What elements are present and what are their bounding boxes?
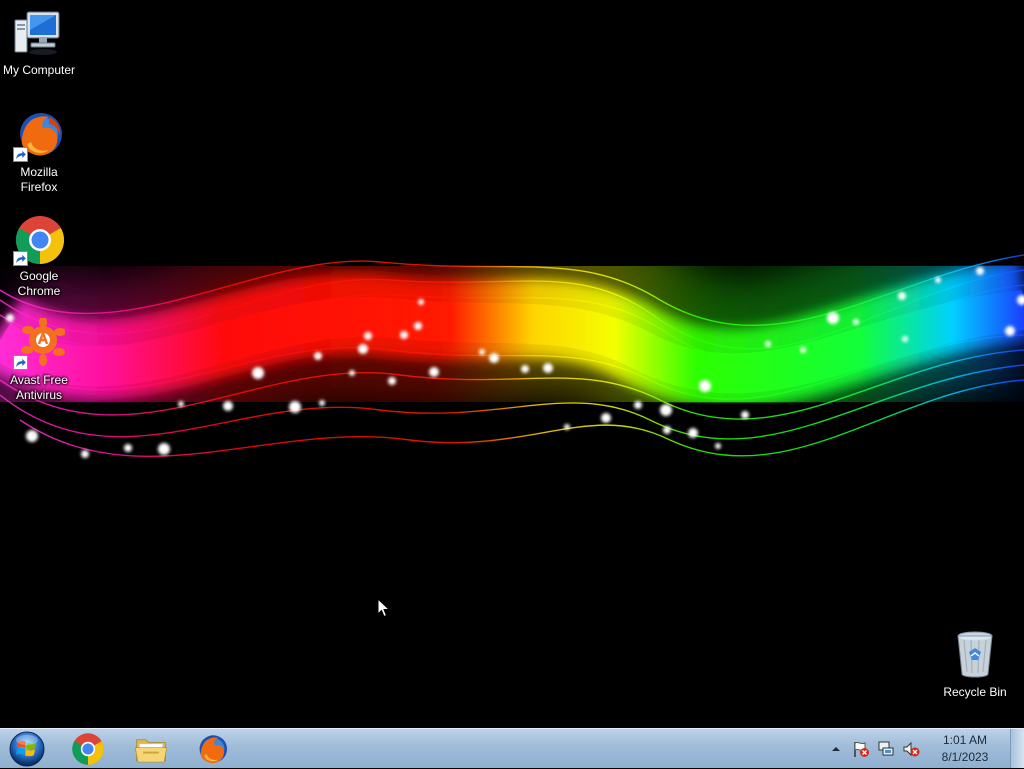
folder-icon [134, 739, 168, 763]
windows-start-orb-icon [9, 731, 45, 767]
start-button[interactable] [4, 730, 50, 768]
shortcut-arrow-icon [13, 251, 28, 266]
taskbar-app-file-explorer[interactable] [123, 731, 179, 767]
shortcut-arrow-icon [13, 355, 28, 370]
show-desktop-button[interactable] [1010, 729, 1024, 768]
desktop-icon-avast-free-antivirus[interactable]: Avast Free Antivirus [1, 318, 77, 403]
desktop-icon-label: My Computer [2, 63, 76, 77]
computer-icon [14, 11, 60, 55]
volume-muted-icon [903, 741, 920, 757]
taskbar-app-chrome[interactable] [60, 731, 116, 767]
desktop-icon-mozilla-firefox[interactable]: Mozilla Firefox [1, 110, 77, 195]
desktop-wallpaper [0, 0, 1024, 728]
taskbar: 1:01 AM 8/1/2023 [0, 728, 1024, 768]
show-hidden-icons-button[interactable] [825, 738, 847, 760]
taskbar-app-firefox[interactable] [184, 731, 240, 767]
clock-time: 1:01 AM [942, 733, 988, 747]
desktop-icon-google-chrome[interactable]: Google Chrome [1, 214, 77, 299]
clock[interactable]: 1:01 AM 8/1/2023 [930, 732, 1000, 766]
recycle-bin-icon [957, 631, 993, 678]
network-icon [878, 741, 894, 756]
tray-network[interactable] [875, 738, 897, 760]
mouse-cursor-icon [377, 598, 390, 618]
desktop-icon-label: Recycle Bin [943, 685, 1007, 699]
desktop-icon-my-computer[interactable]: My Computer [1, 8, 77, 78]
show-hidden-icons-arrow-icon [832, 747, 840, 751]
tray-volume[interactable] [900, 738, 922, 760]
desktop-icon-recycle-bin[interactable]: Recycle Bin [937, 630, 1013, 700]
chrome-icon [72, 733, 104, 765]
action-center-flag-icon [854, 741, 869, 757]
system-tray: 1:01 AM 8/1/2023 [822, 729, 1000, 769]
tray-action-center[interactable] [850, 738, 872, 760]
clock-date: 8/1/2023 [941, 750, 989, 764]
shortcut-arrow-icon [13, 147, 28, 162]
firefox-icon [199, 735, 228, 764]
